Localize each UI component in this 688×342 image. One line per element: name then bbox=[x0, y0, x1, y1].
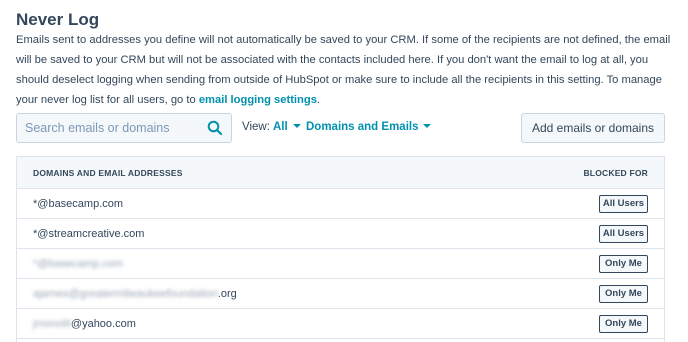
type-filter-dropdown[interactable]: Domains and Emails bbox=[306, 121, 432, 133]
page-title: Never Log bbox=[16, 10, 100, 29]
table-row: jmonolit@yahoo.com Only Me bbox=[17, 309, 664, 339]
email-prefix: ajames@greatermilwaukeefoundation bbox=[33, 288, 218, 300]
email-address: *@streamcreative.com bbox=[33, 228, 144, 240]
email-domain: .org bbox=[217, 288, 237, 300]
email-domain: *@basecamp.com bbox=[33, 198, 124, 210]
never-log-table: DOMAINS AND EMAIL ADDRESSES BLOCKED FOR … bbox=[16, 156, 665, 342]
column-header-domains[interactable]: DOMAINS AND EMAIL ADDRESSES bbox=[33, 168, 183, 178]
type-filter-value: Domains and Emails bbox=[306, 121, 419, 133]
blocked-for-badge[interactable]: All Users bbox=[599, 225, 648, 243]
description: Emails sent to addresses you define will… bbox=[16, 30, 676, 110]
blocked-for-badge[interactable]: Only Me bbox=[599, 255, 648, 273]
blocked-for-badge[interactable]: Only Me bbox=[599, 315, 648, 333]
search-icon[interactable] bbox=[207, 120, 223, 136]
table-header: DOMAINS AND EMAIL ADDRESSES BLOCKED FOR bbox=[17, 157, 664, 189]
blocked-for-badge[interactable]: Only Me bbox=[599, 285, 648, 303]
table-row: ajames@greatermilwaukeefoundation.org On… bbox=[17, 279, 664, 309]
email-address: *@basecamp.com bbox=[33, 198, 123, 210]
email-address: ajames@greatermilwaukeefoundation.org bbox=[33, 288, 237, 300]
table-row: *@basecamp.com Only Me bbox=[17, 249, 664, 279]
description-text: Emails sent to addresses you define will… bbox=[16, 34, 671, 106]
caret-down-icon bbox=[423, 124, 432, 128]
blocked-for-badge[interactable]: All Users bbox=[599, 195, 648, 213]
email-domain: *@streamcreative.com bbox=[33, 228, 145, 240]
view-filter-value: All bbox=[273, 121, 288, 133]
add-emails-button[interactable]: Add emails or domains bbox=[521, 113, 665, 143]
table-row: *@streamcreative.com All Users bbox=[17, 219, 664, 249]
search-box bbox=[16, 113, 232, 143]
search-input[interactable] bbox=[17, 114, 201, 142]
email-prefix: *@basecamp.com bbox=[33, 258, 124, 270]
email-logging-settings-link[interactable]: email logging settings bbox=[199, 94, 317, 106]
email-address: *@basecamp.com bbox=[33, 258, 123, 270]
description-suffix: . bbox=[316, 94, 321, 106]
table-row: *@basecamp.com All Users bbox=[17, 189, 664, 219]
email-domain: @yahoo.com bbox=[70, 318, 136, 330]
view-label: View: bbox=[242, 121, 270, 133]
column-header-blocked-for[interactable]: BLOCKED FOR bbox=[583, 168, 648, 178]
email-prefix: jmonolit bbox=[33, 318, 71, 330]
email-address: jmonolit@yahoo.com bbox=[33, 318, 136, 330]
view-filter-dropdown[interactable]: All bbox=[273, 121, 301, 133]
caret-down-icon bbox=[292, 124, 301, 128]
